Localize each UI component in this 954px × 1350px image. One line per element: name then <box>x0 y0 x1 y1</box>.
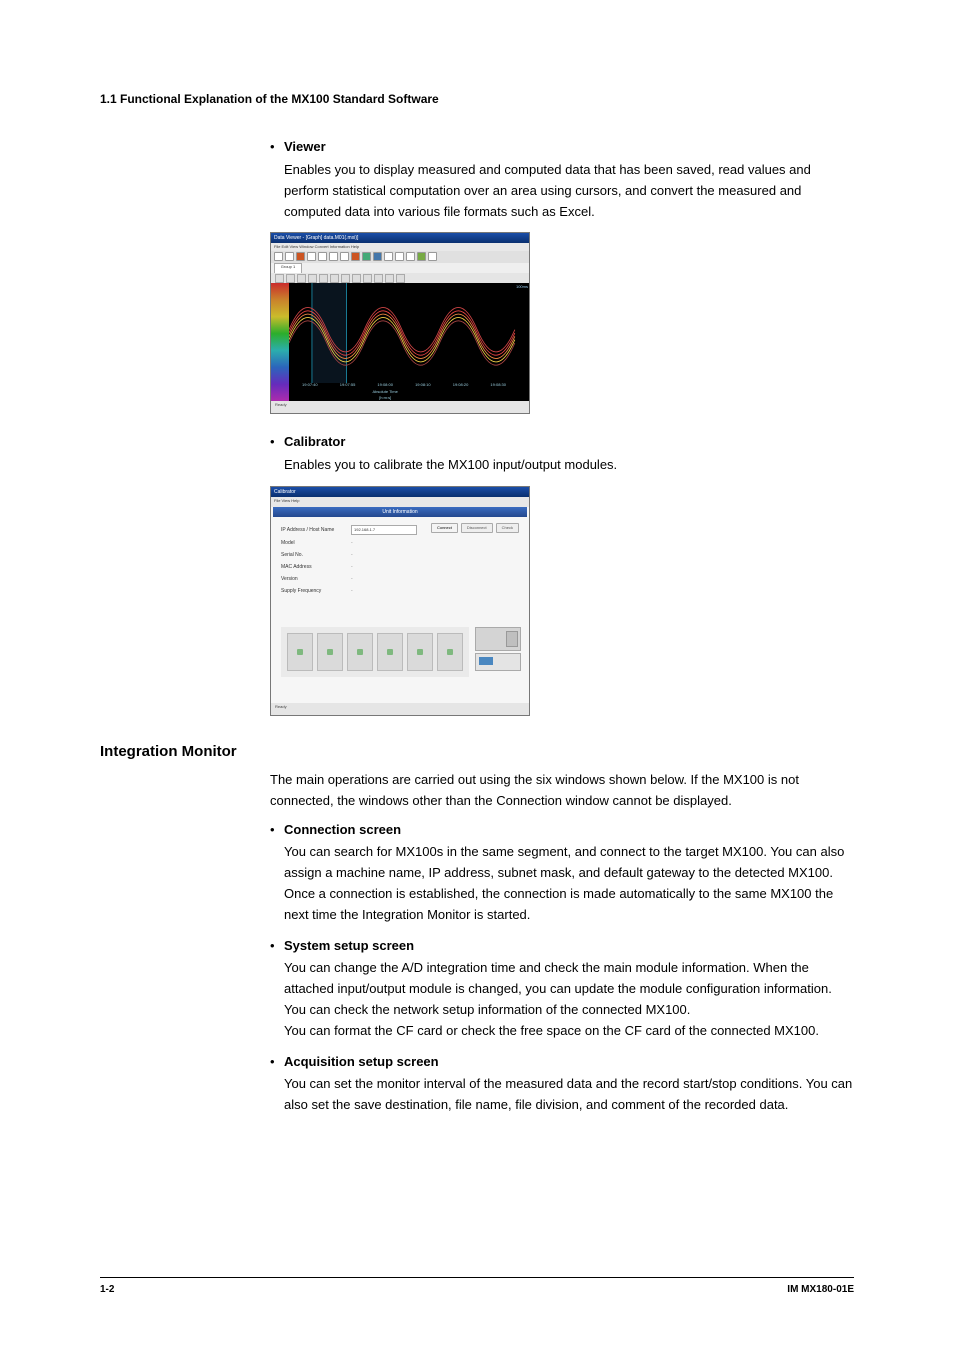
model-value: - <box>351 539 353 547</box>
xtick: 19:07:40 <box>291 382 329 388</box>
connection-bullet: • Connection screen <box>270 820 854 841</box>
acquisition-desc: You can set the monitor interval of the … <box>284 1074 854 1116</box>
calibrator-bullet: • Calibrator <box>270 432 854 453</box>
calibrator-desc: Enables you to calibrate the MX100 input… <box>284 455 854 476</box>
page-number: 1-2 <box>100 1282 114 1298</box>
page-header: 1.1 Functional Explanation of the MX100 … <box>100 90 854 109</box>
acquisition-bullet: • Acquisition setup screen <box>270 1052 854 1073</box>
calib-fig-unit <box>475 627 519 687</box>
viewer-desc: Enables you to display measured and comp… <box>284 160 854 222</box>
system-label: System setup screen <box>284 936 414 957</box>
integration-intro: The main operations are carried out usin… <box>270 770 854 812</box>
bullet-dot-icon: • <box>270 1052 284 1073</box>
model-label: Model <box>281 539 351 547</box>
bullet-dot-icon: • <box>270 432 284 453</box>
module-slot <box>287 633 313 671</box>
xtick: 19:08:10 <box>404 382 442 388</box>
system-desc-1: You can change the A/D integration time … <box>284 958 854 1000</box>
connection-desc: You can search for MX100s in the same se… <box>284 842 854 925</box>
page-footer: 1-2 IM MX180-01E <box>100 1277 854 1298</box>
integration-body: The main operations are carried out usin… <box>270 770 854 1116</box>
calib-fig-section: Unit Information <box>273 507 527 517</box>
xtick: 19:08:00 Absolute Time [h:m:s] <box>366 382 404 401</box>
mac-value: - <box>351 563 353 571</box>
page: 1.1 Functional Explanation of the MX100 … <box>0 0 954 1350</box>
ip-label: IP Address / Host Name <box>281 526 351 534</box>
module-slot <box>347 633 373 671</box>
calib-fig-menubar: File View Help <box>271 497 529 507</box>
viewer-fig-xaxis: 19:07:40 19:07:55 19:08:00 Absolute Time… <box>289 381 519 401</box>
calib-fig-status: Ready <box>271 703 529 715</box>
serial-value: - <box>351 551 353 559</box>
viewer-screenshot: Data Viewer - [Graph] data.M01(.mxi)] Fi… <box>270 232 530 414</box>
calibrator-label: Calibrator <box>284 432 345 453</box>
mac-label: MAC Address <box>281 563 351 571</box>
calib-fig-titlebar: Calibrator <box>271 487 529 497</box>
supply-value: - <box>351 587 353 595</box>
viewer-fig-waves <box>289 283 519 383</box>
serial-label: Serial No. <box>281 551 351 559</box>
xtick: 19:08:20 <box>442 382 480 388</box>
module-slot <box>407 633 433 671</box>
version-label: Version <box>281 575 351 583</box>
body-column: • Viewer Enables you to display measured… <box>270 137 854 716</box>
calib-fig-modules <box>281 627 469 677</box>
xtick: 19:08:30 <box>479 382 517 388</box>
bullet-dot-icon: • <box>270 137 284 158</box>
viewer-label: Viewer <box>284 137 326 158</box>
viewer-fig-canvas: 100ms 19:07:40 19:07:55 19:08:00 <box>271 283 529 401</box>
viewer-fig-toolbar <box>271 251 529 263</box>
viewer-bullet: • Viewer <box>270 137 854 158</box>
doc-id: IM MX180-01E <box>787 1282 854 1298</box>
module-slot <box>377 633 403 671</box>
calib-fig-form: IP Address / Host Name192.168.1.7 Model-… <box>281 521 519 599</box>
bullet-dot-icon: • <box>270 820 284 841</box>
version-value: - <box>351 575 353 583</box>
module-slot <box>437 633 463 671</box>
supply-label: Supply Frequency <box>281 587 351 595</box>
system-desc-3: You can format the CF card or check the … <box>284 1021 854 1042</box>
module-slot <box>317 633 343 671</box>
viewer-fig-yscale <box>271 283 289 401</box>
viewer-fig-status: Ready <box>271 401 529 413</box>
viewer-fig-titlebar: Data Viewer - [Graph] data.M01(.mxi)] <box>271 233 529 243</box>
connection-label: Connection screen <box>284 820 401 841</box>
system-bullet: • System setup screen <box>270 936 854 957</box>
ip-input[interactable]: 192.168.1.7 <box>351 525 417 535</box>
calibrator-screenshot: Calibrator File View Help Unit Informati… <box>270 486 530 716</box>
bullet-dot-icon: • <box>270 936 284 957</box>
acquisition-label: Acquisition setup screen <box>284 1052 439 1073</box>
integration-heading: Integration Monitor <box>100 740 854 764</box>
system-desc-2: You can check the network setup informat… <box>284 1000 854 1021</box>
xtick: 19:07:55 <box>329 382 367 388</box>
